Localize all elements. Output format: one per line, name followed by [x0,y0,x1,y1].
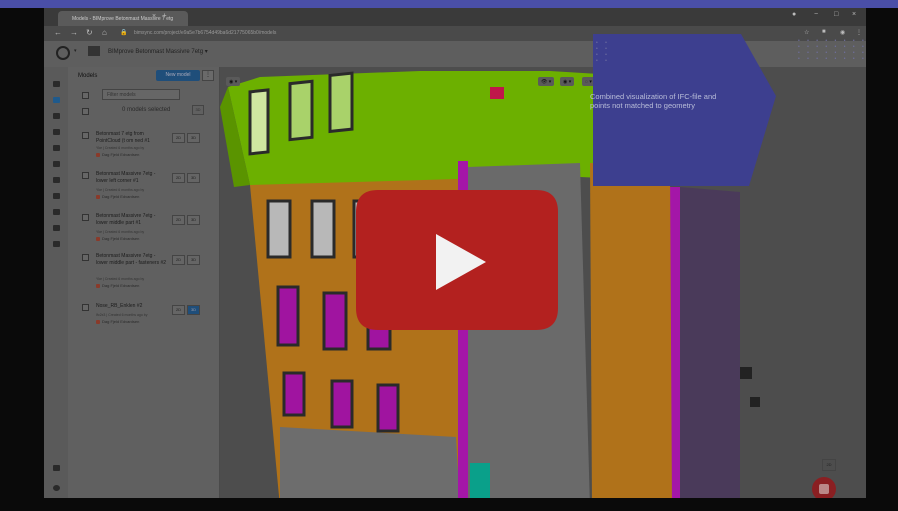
model-meta: Yke | Created 6 months ago by [96,146,145,150]
extension-icon[interactable]: ■ [822,29,826,35]
support-chat-button[interactable] [812,477,836,498]
browser-menu-icon[interactable]: ⋮ [856,29,862,36]
model-checkbox[interactable] [82,132,89,139]
info-card-shape [593,34,776,186]
home-icon[interactable]: ⌂ [102,28,107,37]
model-3d-button[interactable]: 3D [187,133,200,143]
model-checkbox[interactable] [82,304,89,311]
model-checkbox[interactable] [82,214,89,221]
project-name[interactable]: BIMprove Betonmast Massivre 7etg ▾ [108,48,208,55]
user-avatar-icon [96,194,100,199]
model-author: Dag Fjeld Edvardsen [96,152,139,157]
people-icon[interactable] [53,225,60,231]
user-avatar-icon [96,283,100,288]
model-name[interactable]: Betonmast Massivre 7etg - lower left cor… [96,171,168,185]
model-author-name: Dag Fjeld Edvardsen [102,283,140,288]
video-frame: Models - BIMprove Betonmast Massivre 7 e… [0,0,898,511]
back-icon[interactable]: ← [54,28,62,37]
chat-icon [819,484,829,494]
minimize-icon[interactable]: − [814,11,818,18]
model-3d-button[interactable]: 3D [187,173,200,183]
model-2d-button[interactable]: 2D [172,305,185,315]
tag-icon[interactable] [53,161,60,167]
layers-icon[interactable] [53,113,60,119]
reload-icon[interactable]: ↻ [86,28,93,37]
logo-dropdown-icon[interactable]: ▾ [74,48,77,54]
left-icon-rail [44,67,68,498]
panel-more-button[interactable]: ⋮ [202,70,214,81]
model-meta: Yke | Created 6 months ago by [96,188,145,192]
model-2d-button[interactable]: 2D [172,255,185,265]
model-author: Dag Fjeld Edvardsen [96,194,139,199]
view-mode-tool[interactable]: ◉ ▾ [226,77,241,86]
model-name[interactable]: Nose_RB_Enklen #2 [96,303,168,310]
tab-close-icon[interactable]: × [152,13,156,20]
model-author: Dag Fjeld Edvardsen [96,283,139,288]
model-author-name: Dag Fjeld Edvardsen [102,152,140,157]
visibility-tool[interactable]: 👁 ▾ [538,77,555,86]
help-icon[interactable] [53,485,60,491]
filter-models-input[interactable]: Filter models [102,89,180,100]
model-author: Dag Fjeld Edvardsen [96,236,139,241]
app-logo-icon[interactable] [56,46,70,60]
lock-icon: 🔒 [120,30,128,36]
dashboard-icon[interactable] [53,81,60,87]
panel-title: Models [78,73,98,79]
model-name[interactable]: Betonmast Massivre 7etg - lower middle p… [96,253,168,267]
model-author-name: Dag Fjeld Edvardsen [102,194,140,199]
card-dots-decoration: • • • • • • • • [596,40,610,64]
link-icon[interactable] [53,177,60,183]
models-icon[interactable] [53,97,60,103]
browser-tab-strip: Models - BIMprove Betonmast Massivre 7 e… [44,8,866,26]
top-accent-bar [0,0,898,8]
model-2d-button[interactable]: 2D [172,133,185,143]
profile-icon[interactable]: ● [792,11,796,18]
model-3d-button[interactable]: 3D [187,215,200,225]
model-checkbox[interactable] [82,172,89,179]
model-meta: Yke | Created 6 months ago by [96,230,145,234]
model-author-name: Dag Fjeld Edvardsen [102,319,140,324]
url-text[interactable]: bimsync.com/project/e9a5e7b6754d49ba6d21… [134,30,276,36]
model-2d-button[interactable]: 2D [172,173,185,183]
new-model-button[interactable]: New model [156,70,200,81]
play-icon[interactable] [356,190,558,330]
user-avatar-icon [96,236,100,241]
list-icon[interactable] [53,145,60,151]
model-meta: Yke | Created 6 months ago by [96,277,145,281]
model-checkbox[interactable] [82,254,89,261]
project-thumbnail [88,46,100,56]
model-2d-button[interactable]: 2D [172,215,185,225]
close-icon[interactable]: × [852,11,856,18]
select-all-checkbox[interactable] [82,108,89,115]
models-panel: Models New model ⋮ Filter models 0 model… [68,67,220,498]
browser-tab[interactable]: Models - BIMprove Betonmast Massivre 7 e… [58,11,188,26]
model-author-name: Dag Fjeld Edvardsen [102,236,140,241]
model-name[interactable]: Betonmast Massivre 7etg - lower middle p… [96,213,168,227]
settings-icon[interactable] [53,241,60,247]
model-name[interactable]: Betonmast 7 etg from PointCloud (t om ne… [96,131,166,145]
forward-icon[interactable]: → [70,28,78,37]
section-tool[interactable]: ◉ ▾ [560,77,575,86]
model-3d-button[interactable]: 3D [187,255,200,265]
grid-icon[interactable] [53,209,60,215]
selected-count: 0 models selected [122,107,171,113]
user-avatar-icon [96,152,100,157]
info-card-text: Combined visualization of IFC-file and p… [590,92,717,110]
model-author: Dag Fjeld Edvardsen [96,319,139,324]
filter-checkbox[interactable] [82,92,89,99]
inbox-icon[interactable] [53,465,60,471]
maximize-icon[interactable]: □ [834,11,838,18]
issues-icon[interactable] [53,129,60,135]
model-3d-button[interactable]: 3D [187,305,200,315]
corner-dots-decoration: • • • • • • • • • • • • • • • • • • • • … [798,38,867,62]
account-icon[interactable]: ◉ [840,29,845,36]
user-avatar-icon [96,319,100,324]
bookmark-icon[interactable]: ☆ [804,29,809,36]
viewer-2d-toggle[interactable]: 2D [822,459,836,471]
model-meta: Ifc2x3 | Created 6 months ago by [96,313,148,317]
new-tab-icon[interactable]: + [162,11,167,20]
selected-3d-button[interactable]: 3D [192,105,204,115]
calendar-icon[interactable] [53,193,60,199]
